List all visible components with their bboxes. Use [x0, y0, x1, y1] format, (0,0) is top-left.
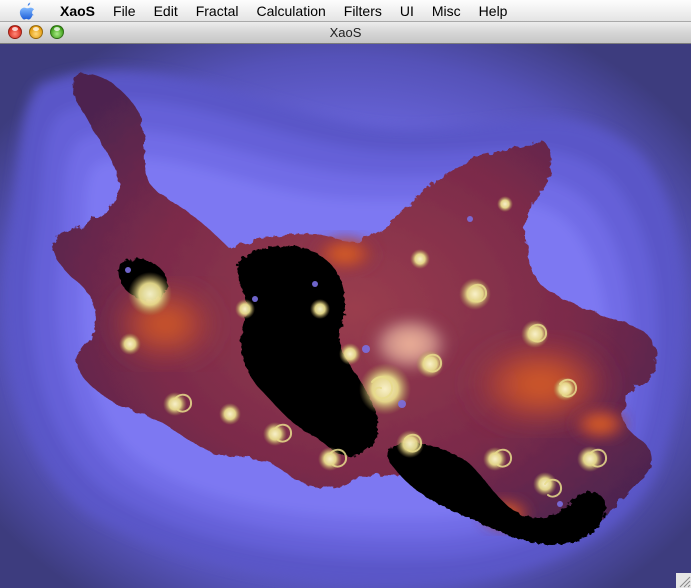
minimize-window-icon[interactable]: [29, 25, 43, 39]
menu-calculation[interactable]: Calculation: [248, 0, 335, 22]
resize-grip-icon[interactable]: [676, 573, 691, 588]
menu-help[interactable]: Help: [470, 0, 517, 22]
menu-ui[interactable]: UI: [391, 0, 423, 22]
apple-logo-icon: [19, 2, 35, 19]
menu-fractal[interactable]: Fractal: [187, 0, 248, 22]
fractal-canvas[interactable]: [0, 44, 691, 588]
zoom-window-icon[interactable]: [50, 25, 64, 39]
apple-menu[interactable]: [18, 2, 36, 20]
menu-filters[interactable]: Filters: [335, 0, 391, 22]
window-controls: [8, 25, 64, 39]
menu-file[interactable]: File: [104, 0, 145, 22]
menu-misc[interactable]: Misc: [423, 0, 470, 22]
close-window-icon[interactable]: [8, 25, 22, 39]
menu-bar: XaoS File Edit Fractal Calculation Filte…: [0, 0, 691, 22]
window-title-bar[interactable]: XaoS: [0, 22, 691, 44]
menu-app-name[interactable]: XaoS: [51, 0, 104, 22]
fractal-image: [0, 44, 691, 588]
window-title: XaoS: [329, 25, 362, 40]
menu-edit[interactable]: Edit: [145, 0, 187, 22]
